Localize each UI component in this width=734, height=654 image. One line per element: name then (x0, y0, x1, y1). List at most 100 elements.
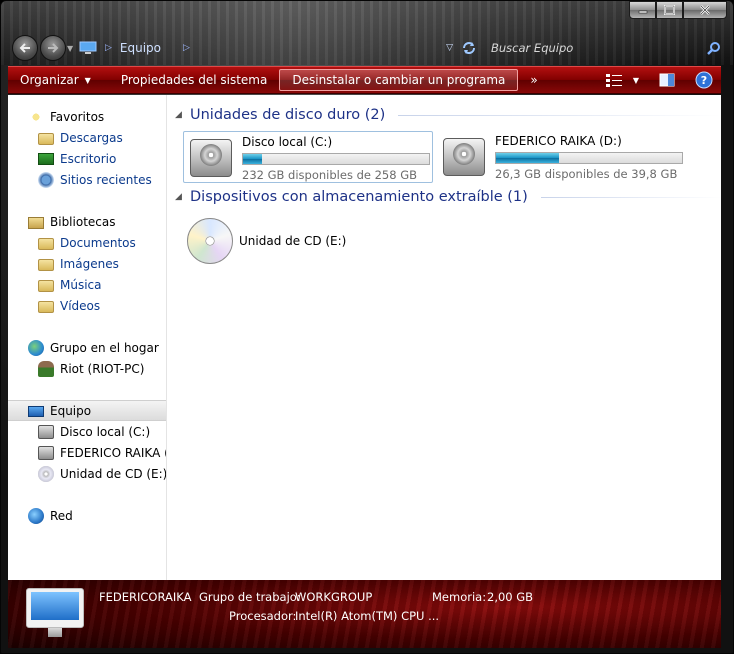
removable-group-header[interactable]: ◢ Dispositivos con almacenamiento extraí… (175, 189, 721, 205)
forward-arrow-icon (48, 43, 59, 53)
drive-tile-c[interactable]: Disco local (C:) 232 GB disponibles de 2… (183, 131, 433, 183)
sidebar-item-cd-drive[interactable]: Unidad de CD (E:) (8, 463, 167, 484)
organize-menu[interactable]: Organizar ▼ (8, 67, 103, 93)
forward-button[interactable] (40, 35, 66, 61)
drive-name: FEDERICO RAIKA (D:) (495, 134, 622, 148)
sidebar-item-drive-d[interactable]: FEDERICO RAIKA (D: (8, 442, 166, 463)
sidebar-network-label: Red (50, 508, 73, 523)
uninstall-program-label: Desinstalar o cambiar un programa (292, 73, 506, 87)
help-icon[interactable]: ? (695, 71, 713, 89)
drive-tile-d[interactable]: FEDERICO RAIKA (D:) 26,3 GB disponibles … (437, 131, 687, 183)
sidebar-item-sitios-recientes[interactable]: Sitios recientes (8, 169, 166, 190)
search-icon[interactable] (707, 41, 721, 55)
system-properties-button[interactable]: Propiedades del sistema (109, 67, 280, 93)
sidebar-item-escritorio[interactable]: Escritorio (8, 148, 166, 169)
uninstall-program-button[interactable]: Desinstalar o cambiar un programa (279, 69, 519, 91)
sidebar-item-label: FEDERICO RAIKA (D: (60, 445, 166, 460)
sidebar-homegroup-label: Grupo en el hogar (50, 340, 159, 355)
workgroup-value: WORKGROUP (295, 590, 373, 604)
search-box[interactable]: Buscar Equipo (487, 38, 723, 58)
sidebar-homegroup[interactable]: Grupo en el hogar (8, 337, 166, 358)
minimize-button[interactable] (629, 1, 656, 19)
workgroup-label: Grupo de trabajo: (199, 590, 301, 604)
collapse-triangle-icon[interactable]: ◢ (175, 110, 183, 120)
hard-drive-icon (188, 135, 236, 179)
user-icon (38, 360, 54, 377)
organize-label: Organizar (20, 73, 79, 87)
sidebar-libraries[interactable]: Bibliotecas (8, 211, 166, 232)
back-button[interactable] (12, 35, 38, 61)
refresh-icon[interactable] (461, 41, 477, 55)
favorites-star-icon (28, 108, 44, 125)
group-divider (540, 196, 721, 198)
minimize-icon (638, 10, 647, 14)
device-name: Unidad de CD (E:) (239, 234, 347, 248)
hard-drives-group-header[interactable]: ◢ Unidades de disco duro (2) (175, 107, 721, 123)
sidebar-item-musica[interactable]: Música (8, 274, 166, 295)
cd-drive-tile[interactable]: Unidad de CD (E:) (183, 215, 433, 267)
sidebar-item-label: Sitios recientes (60, 172, 152, 187)
sidebar-item-label: Riot (RIOT-PC) (60, 361, 145, 376)
more-commands-button[interactable]: » (518, 67, 549, 93)
address-bar[interactable]: ▷ Equipo ▷ ▽ (79, 38, 477, 58)
breadcrumb-separator-icon[interactable]: ▷ (183, 43, 190, 53)
sidebar-item-videos[interactable]: Vídeos (8, 295, 166, 316)
memory-value: 2,00 GB (487, 590, 534, 604)
address-dropdown-icon[interactable]: ▽ (446, 43, 453, 53)
sidebar-item-label: Escritorio (60, 151, 117, 166)
drive-name: Disco local (C:) (242, 135, 333, 149)
sidebar-item-label: Documentos (60, 235, 136, 250)
sidebar-item-label: Descargas (60, 130, 123, 145)
drive-usage-bar (495, 152, 683, 164)
command-bar: Organizar ▼ Propiedades del sistema Desi… (8, 66, 721, 94)
sidebar-favorites[interactable]: Favoritos (8, 106, 166, 127)
back-arrow-icon (19, 43, 30, 53)
sidebar-network[interactable]: Red (8, 505, 166, 526)
computer-monitor-icon (26, 588, 84, 638)
music-folder-icon (38, 280, 54, 292)
processor-value: Intel(R) Atom(TM) CPU ... (295, 609, 440, 623)
videos-folder-icon (38, 301, 54, 313)
maximize-button[interactable] (656, 1, 683, 19)
hard-drive-icon (441, 134, 489, 178)
sidebar-item-label: Unidad de CD (E:) (60, 466, 167, 481)
details-pane: FEDERICORAIKA Grupo de trabajo: WORKGROU… (8, 580, 721, 648)
sidebar-libraries-label: Bibliotecas (50, 214, 116, 229)
maximize-icon (664, 5, 675, 15)
navigation-pane: Favoritos Descargas Escritorio Sitios re… (8, 95, 167, 580)
sidebar-item-documentos[interactable]: Documentos (8, 232, 166, 253)
sidebar-item-drive-c[interactable]: Disco local (C:) (8, 421, 166, 442)
recent-places-icon (38, 171, 54, 188)
breadcrumb-separator-icon[interactable]: ▷ (105, 43, 112, 53)
sidebar-item-descargas[interactable]: Descargas (8, 127, 166, 148)
close-button[interactable] (683, 1, 727, 19)
drive-free-space: 232 GB disponibles de 258 GB (242, 168, 418, 182)
hard-drives-group-title: Unidades de disco duro (2) (190, 107, 386, 123)
documents-folder-icon (38, 238, 54, 250)
libraries-icon (28, 217, 44, 229)
svg-text:?: ? (701, 74, 707, 87)
pictures-folder-icon (38, 259, 54, 271)
sidebar-item-label: Disco local (C:) (60, 424, 151, 439)
content-pane: ◢ Unidades de disco duro (2) Disco local… (167, 95, 721, 580)
sidebar-computer[interactable]: Equipo (8, 400, 166, 421)
sidebar-item-user[interactable]: Riot (RIOT-PC) (8, 358, 166, 379)
explorer-window: ▼ ▷ Equipo ▷ ▽ Buscar Equipo Organizar ▼… (0, 0, 734, 654)
sidebar-item-label: Música (60, 277, 102, 292)
search-placeholder: Buscar Equipo (491, 41, 574, 55)
recent-pages-chevron-icon[interactable]: ▼ (67, 44, 73, 53)
view-options-icon[interactable] (605, 73, 623, 87)
sidebar-item-label: Vídeos (60, 298, 101, 313)
sidebar-item-imagenes[interactable]: Imágenes (8, 253, 166, 274)
removable-group-title: Dispositivos con almacenamiento extraíbl… (190, 189, 528, 205)
hard-drive-icon (38, 424, 54, 439)
computer-icon (28, 406, 44, 417)
breadcrumb-equipo[interactable]: Equipo (120, 41, 161, 55)
memory-label: Memoria: (432, 590, 487, 604)
chevron-down-icon: ▼ (84, 75, 91, 85)
view-dropdown-icon[interactable]: ▼ (633, 76, 639, 85)
caption-buttons (629, 1, 727, 20)
preview-pane-icon[interactable] (659, 73, 675, 87)
collapse-triangle-icon[interactable]: ◢ (175, 192, 183, 202)
computer-name: FEDERICORAIKA (99, 590, 192, 604)
